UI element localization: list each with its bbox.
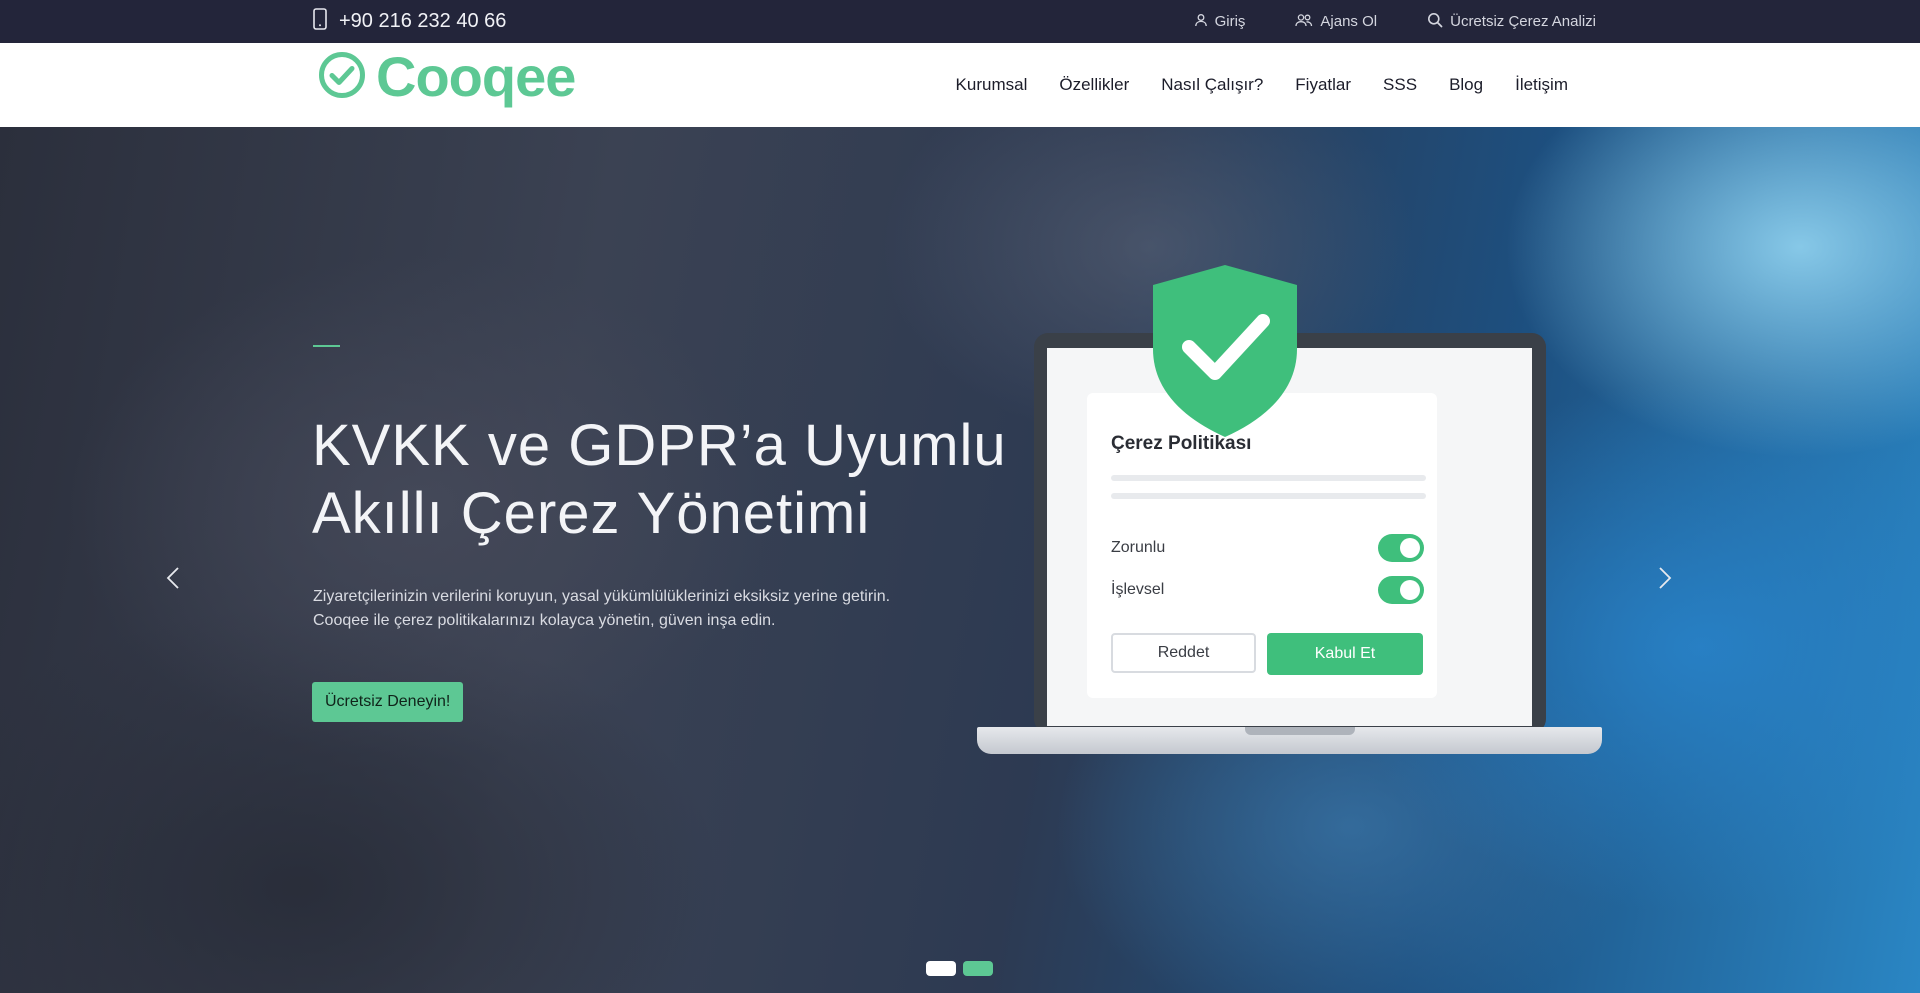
cookie-analysis-label: Ücretsiz Çerez Analizi [1450, 13, 1596, 30]
option-label: İşlevsel [1111, 581, 1165, 598]
logo-text: Cooqee [376, 45, 576, 108]
users-icon [1295, 13, 1313, 31]
search-icon [1427, 12, 1443, 32]
nav-item-kurumsal[interactable]: Kurumsal [956, 75, 1028, 95]
toggle-switch [1378, 534, 1424, 562]
cookie-analysis-link[interactable]: Ücretsiz Çerez Analizi [1427, 12, 1596, 32]
reject-button: Reddet [1111, 633, 1256, 673]
user-icon [1194, 13, 1208, 31]
option-label: Zorunlu [1111, 539, 1166, 556]
hero-accent-line [313, 345, 340, 347]
check-circle-icon [318, 51, 366, 104]
hero-subtitle-line-2: Cooqee ile çerez politikalarınızı kolayc… [313, 612, 776, 629]
toggle-switch [1378, 576, 1424, 604]
cookie-policy-illustration: Çerez Politikası Zorunlu İşlevsel Reddet… [977, 263, 1602, 783]
slider-dot[interactable] [926, 961, 956, 976]
laptop-notch [1245, 727, 1355, 735]
slider-prev-button[interactable] [155, 562, 191, 598]
free-trial-button[interactable]: Ücretsiz Deneyin! [312, 682, 464, 722]
hero-title-line-2: Akıllı Çerez Yönetimi [312, 481, 871, 546]
mobile-phone-icon [313, 7, 327, 36]
slider-pagination [926, 961, 993, 976]
login-link[interactable]: Giriş [1194, 13, 1246, 31]
hero-slider: KVKK ve GDPR’a Uyumlu Akıllı Çerez Yönet… [0, 127, 1920, 993]
phone-link[interactable]: +90 216 232 40 66 [313, 0, 506, 43]
hero-title-line-1: KVKK ve GDPR’a Uyumlu [312, 413, 1007, 478]
agency-label: Ajans Ol [1320, 13, 1378, 30]
chevron-right-icon [1658, 566, 1672, 595]
option-row: İşlevsel [1111, 575, 1424, 605]
hero-title: KVKK ve GDPR’a Uyumlu Akıllı Çerez Yönet… [312, 412, 1012, 548]
top-bar: +90 216 232 40 66 Giriş Ajans Ol Ücretsi… [0, 0, 1920, 43]
agency-link[interactable]: Ajans Ol [1295, 13, 1377, 31]
nav-item-fiyatlar[interactable]: Fiyatlar [1295, 75, 1351, 95]
chevron-left-icon [166, 566, 180, 595]
nav-item-ozellikler[interactable]: Özellikler [1059, 75, 1129, 95]
nav-item-nasil-calisir[interactable]: Nasıl Çalışır? [1161, 75, 1263, 95]
card-placeholder-line [1111, 475, 1426, 481]
option-row: Zorunlu [1111, 533, 1424, 563]
slider-dot[interactable] [963, 961, 993, 976]
nav-item-blog[interactable]: Blog [1449, 75, 1483, 95]
logo[interactable]: Cooqee [318, 45, 576, 108]
nav-item-sss[interactable]: SSS [1383, 75, 1417, 95]
hero-subtitle: Ziyaretçilerinizin verilerini koruyun, y… [313, 585, 953, 633]
hero-subtitle-line-1: Ziyaretçilerinizin verilerini koruyun, y… [313, 588, 891, 605]
main-nav: Kurumsal Özellikler Nasıl Çalışır? Fiyat… [956, 43, 1568, 127]
accept-button: Kabul Et [1267, 633, 1423, 675]
site-header: Cooqee Kurumsal Özellikler Nasıl Çalışır… [0, 43, 1920, 127]
top-links: Giriş Ajans Ol Ücretsiz Çerez Analizi [1194, 0, 1596, 43]
shield-check-icon [1147, 263, 1303, 444]
login-label: Giriş [1214, 13, 1246, 30]
nav-item-iletisim[interactable]: İletişim [1515, 75, 1568, 95]
phone-number: +90 216 232 40 66 [339, 10, 507, 32]
slider-next-button[interactable] [1647, 562, 1683, 598]
card-placeholder-line [1111, 493, 1426, 499]
